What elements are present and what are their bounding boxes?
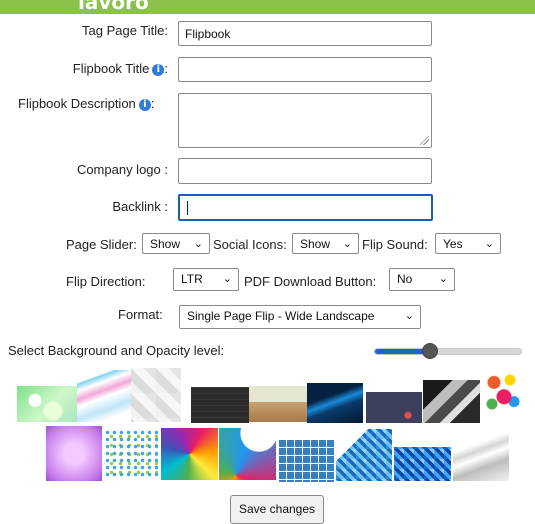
format-select[interactable]: Single Page Flip - Wide Landscape ⌄ (179, 305, 421, 329)
company-logo-input[interactable] (178, 158, 432, 184)
background-thumb-navy-dots[interactable] (366, 392, 422, 423)
chevron-down-icon: ⌄ (342, 237, 352, 250)
chevron-down-icon: ⌄ (484, 237, 494, 250)
page-slider-label: Page Slider: (66, 237, 137, 252)
background-thumb-color-dots[interactable] (104, 429, 158, 477)
pdf-download-label: PDF Download Button: (244, 274, 377, 289)
background-thumb-white-swirl[interactable] (453, 426, 509, 481)
flipbook-title-label: Flipbook Title (72, 61, 150, 76)
page-slider-select[interactable]: Show ⌄ (142, 233, 210, 254)
background-thumb-colorful-circles[interactable] (482, 368, 522, 416)
background-thumb-dark-brick[interactable] (191, 387, 249, 423)
opacity-slider[interactable] (374, 343, 522, 359)
tag-title-value: Flipbook (185, 27, 231, 41)
description-label-group: Flipbook Description i: (18, 96, 154, 111)
background-thumb-blue-waves[interactable] (77, 370, 131, 422)
flipbook-title-input[interactable] (178, 57, 432, 82)
tag-title-label: Tag Page Title: (82, 23, 168, 38)
flipbook-title-colon: : (164, 61, 168, 76)
chevron-down-icon: ⌄ (404, 309, 414, 322)
backlink-input[interactable] (178, 194, 433, 221)
page-slider-value: Show (150, 237, 181, 251)
background-thumb-green-bokeh[interactable] (17, 386, 77, 422)
resize-handle-icon[interactable] (420, 136, 429, 145)
description-colon: : (150, 96, 155, 111)
pdf-download-select[interactable]: No ⌄ (389, 268, 455, 291)
chevron-down-icon: ⌄ (193, 237, 203, 250)
social-icons-select[interactable]: Show ⌄ (292, 233, 359, 254)
background-thumb-blue-tiles[interactable] (278, 440, 335, 482)
description-textarea[interactable] (178, 93, 432, 148)
text-caret (187, 201, 188, 215)
tag-title-input[interactable]: Flipbook (178, 21, 432, 46)
format-value: Single Page Flip - Wide Landscape (187, 309, 375, 323)
site-title: lavoro (78, 0, 149, 14)
chevron-down-icon: ⌄ (222, 272, 232, 285)
background-thumb-white-squares[interactable] (131, 368, 181, 422)
flipbook-title-label-group: Flipbook Title i: (20, 61, 168, 76)
info-icon[interactable]: i (152, 64, 165, 76)
background-thumb-blue-cubes[interactable] (336, 429, 392, 481)
flip-sound-value: Yes (443, 237, 463, 251)
info-icon[interactable]: i (138, 99, 151, 111)
background-thumb-blue-diamonds[interactable] (394, 429, 451, 481)
company-logo-label: Company logo : (76, 162, 168, 177)
flip-direction-label: Flip Direction: (66, 274, 146, 289)
background-thumb-blue-light-streak[interactable] (307, 383, 363, 423)
chevron-down-icon: ⌄ (438, 272, 448, 285)
background-thumb-triangle-mosaic[interactable] (161, 428, 218, 480)
backlink-label: Backlink : (112, 199, 168, 214)
background-thumb-wood-floor[interactable] (249, 386, 307, 422)
flip-direction-value: LTR (181, 272, 203, 286)
save-changes-button[interactable]: Save changes (230, 495, 324, 524)
description-label: Flipbook Description (18, 96, 136, 111)
flip-sound-label: Flip Sound: (362, 237, 428, 252)
flip-direction-select[interactable]: LTR ⌄ (173, 268, 239, 291)
social-icons-label: Social Icons: (213, 237, 287, 252)
social-icons-value: Show (300, 237, 331, 251)
background-thumb-color-swirls[interactable] (219, 428, 276, 480)
opacity-slider-thumb[interactable] (422, 343, 438, 359)
format-label: Format: (118, 307, 163, 322)
flip-sound-select[interactable]: Yes ⌄ (435, 233, 501, 254)
background-thumb-purple-glow[interactable] (46, 426, 102, 481)
background-thumb-gray-geometric[interactable] (423, 380, 480, 423)
pdf-download-value: No (397, 272, 413, 286)
background-label: Select Background and Opacity level: (8, 343, 225, 358)
site-header: lavoro (0, 0, 535, 14)
